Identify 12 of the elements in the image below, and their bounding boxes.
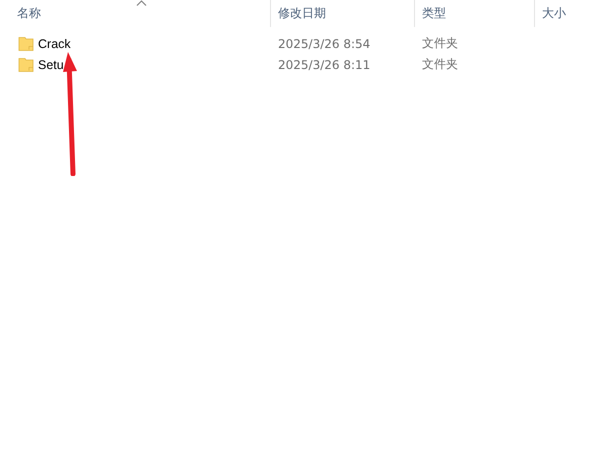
folder-icon xyxy=(18,36,34,52)
file-name[interactable]: Crack xyxy=(38,36,71,50)
modified-date: 2025/3/26 8:11 xyxy=(278,58,370,72)
file-type: 文件夹 xyxy=(422,35,458,52)
column-header[interactable]: 类型 xyxy=(415,0,535,27)
modified-date: 2025/3/26 8:54 xyxy=(278,36,370,50)
column-header[interactable]: 大小 xyxy=(535,0,596,27)
column-header[interactable]: 名称 xyxy=(0,0,271,27)
folder-icon xyxy=(18,56,34,72)
column-header[interactable]: 修改日期 xyxy=(271,0,415,27)
file-type: 文件夹 xyxy=(422,56,458,73)
file-name[interactable]: Setu xyxy=(38,58,64,72)
